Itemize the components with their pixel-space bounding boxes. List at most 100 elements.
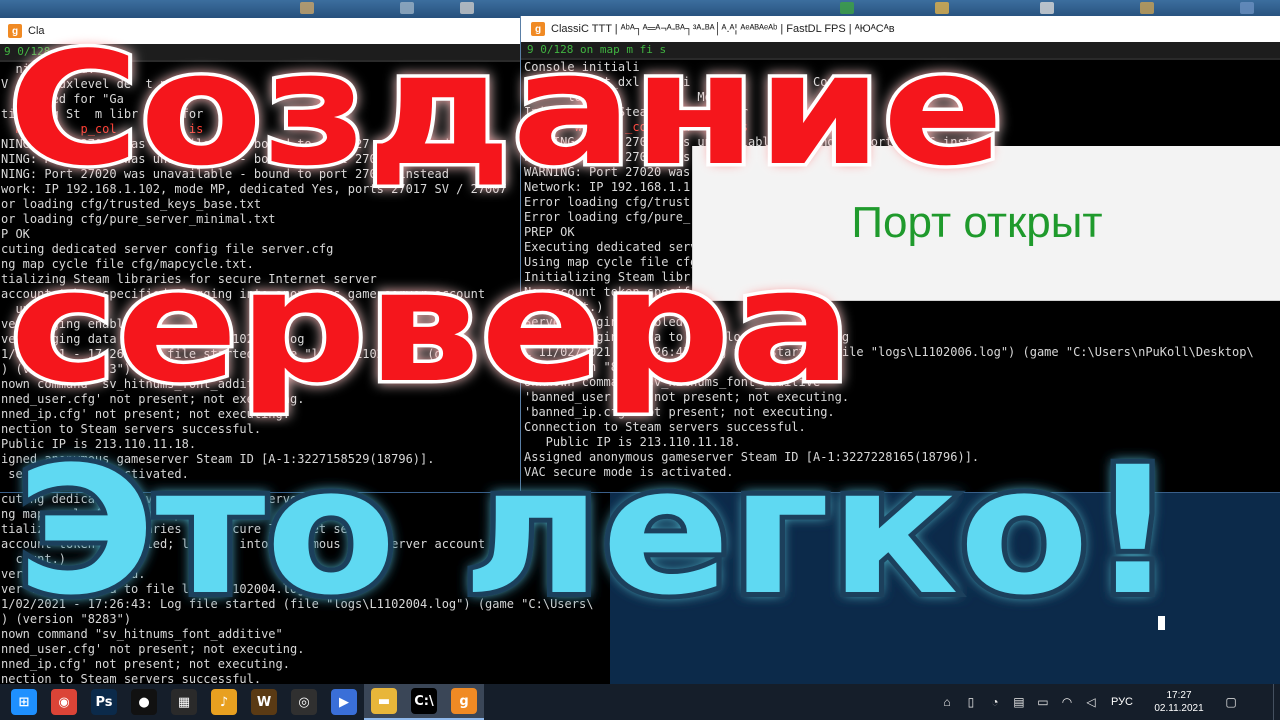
log-line: NING: Port 27020 was unavailable - bound… [1, 167, 449, 181]
log-line: tiali g St m libr for nop [1, 107, 240, 121]
log-line: Public IP is 213.110.11.18. [1, 437, 197, 451]
log-line: nown command "sv_hitnums_font_additive" [1, 627, 283, 641]
desktop-icon[interactable] [400, 2, 414, 14]
log-line: Console initiali [524, 60, 640, 74]
window-border [0, 492, 1280, 493]
printer-icon[interactable]: ▤ [1011, 695, 1027, 709]
log-line: unt.) [1, 302, 52, 316]
log-line: VAC secure mode is activated. [524, 465, 734, 479]
log-line: Server logging data to file logs\L110200… [524, 330, 850, 344]
steam-icon[interactable]: ◔ [987, 695, 1003, 709]
gmod-taskbar-button[interactable]: g [444, 684, 484, 720]
record-icon: ● [131, 689, 157, 715]
log-line: nned_ip.cfg' not present; not executing. [1, 657, 290, 671]
log-line: work: IP 192.168.1.102, mode MP, dedicat… [1, 182, 507, 196]
system-tray: ⌂ ▯ ◔ ▤ ▭ ◠ ◁ РУС 17:27 02.11.2021 ▢ [935, 684, 1280, 720]
desktop-icon[interactable] [460, 2, 474, 14]
log-line: nned_ip.cfg' not present; not executing. [1, 407, 290, 421]
battery-icon[interactable]: ▭ [1035, 695, 1051, 709]
log-line: tializing Steam libraries for secure Int… [1, 272, 377, 286]
log-line: nection to Steam servers successful. [1, 422, 262, 436]
log-line: V mat_dxlevel de t poi an ex ConVar [1, 77, 327, 91]
log-line: secure mode is activated. [1, 467, 189, 481]
wifi-icon[interactable]: ◠ [1059, 695, 1075, 709]
desktop-icon[interactable] [840, 2, 854, 14]
aimp-taskbar-button[interactable]: ♪ [204, 684, 244, 720]
log-line: Unknown command "sv_hitnums_font_additiv… [524, 375, 828, 389]
log-line: 'banned_ip.cfg' not present; not executi… [524, 405, 835, 419]
log-line: nned_user.cfg' not present; not executin… [1, 392, 305, 406]
desktop-icon[interactable] [935, 2, 949, 14]
language-indicator[interactable]: РУС [1111, 696, 1133, 708]
port-status-banner: Порт открыт [692, 146, 1280, 301]
cmd-taskbar-button[interactable]: C:\ [404, 684, 444, 720]
log-line: (version "8283") [524, 360, 655, 374]
text-cursor [1158, 616, 1165, 630]
log-line: tializing Steam libraries for secure Int… [1, 522, 377, 536]
desktop-icon[interactable] [1040, 2, 1054, 14]
volume-icon[interactable]: ◁ [1083, 695, 1099, 709]
log-line: NING: Port 27015 was unavailable - bound… [1, 137, 449, 151]
log-line: 1/02/2021 - 17:26: Log file started (fil… [1, 347, 464, 361]
log-line: Assigned anonymous gameserver Steam ID [… [524, 450, 980, 464]
log-line: Public IP is 213.110.11.18. [524, 435, 741, 449]
chrome-taskbar-button[interactable]: ◉ [44, 684, 84, 720]
log-line: ng map cycle file cfg/mapcycle.txt. [1, 507, 254, 521]
desktop-icon[interactable] [1140, 2, 1154, 14]
media-player-taskbar-button[interactable]: ▶ [324, 684, 364, 720]
play-icon: ▶ [331, 689, 357, 715]
console-log: nitialized. V mat_dxlevel de t poi an ex … [0, 62, 522, 482]
chrome-icon: ◉ [51, 689, 77, 715]
log-line: Initializ Steam libra for op [524, 105, 792, 119]
photoshop-icon: Ps [91, 689, 117, 715]
log-line: loaded for "Ga Mod" [1, 92, 182, 106]
show-desktop-button[interactable] [1273, 684, 1280, 720]
log-line: nection to Steam servers successful. [1, 672, 262, 684]
server-status-bar: 9 0/128 on map [0, 44, 522, 62]
log-line: ver logging enabled. [1, 317, 146, 331]
log-line: ) (version "8283") [1, 362, 132, 376]
start-button[interactable]: ⊞ [4, 684, 44, 720]
port-status-text: Порт открыт [851, 198, 1103, 247]
log-line: L 11/02/2021 - 17:26:43: Log file starte… [524, 345, 1254, 359]
log-line: ver logging enabled. [1, 567, 146, 581]
log-line: count.) [1, 552, 67, 566]
tray-overflow-icon[interactable]: ⌂ [939, 695, 955, 709]
warcraft-taskbar-button[interactable]: W [244, 684, 284, 720]
photoshop-taskbar-button[interactable]: Ps [84, 684, 124, 720]
log-line: P OK [1, 227, 30, 241]
log-line: nned_user.cfg' not present; not executin… [1, 642, 305, 656]
log-line: account.) [524, 300, 604, 314]
log-line: ver logging data to file logs\L1102006.l… [1, 332, 305, 346]
desktop-icon[interactable] [300, 2, 314, 14]
window-titlebar[interactable]: g Cla [0, 18, 522, 44]
usb-icon[interactable]: ▯ [963, 695, 979, 709]
log-line: Connection to Steam servers successful. [524, 420, 806, 434]
explorer-taskbar-button[interactable]: ▬ [364, 684, 404, 720]
video-editor-taskbar-button[interactable]: ▦ [164, 684, 204, 720]
record-taskbar-button[interactable]: ● [124, 684, 164, 720]
log-line: 1/02/2021 - 17:26:43: Log file started (… [1, 597, 594, 611]
clock-time: 17:27 [1166, 690, 1192, 701]
srcds-console-bottom[interactable]: cuting dedicated server config file serv… [0, 492, 610, 684]
log-line: nitialized. [1, 62, 95, 76]
notifications-icon[interactable]: ▢ [1223, 695, 1239, 709]
log-line: ConVar mat_dxl poi an ing ConVar [524, 75, 857, 89]
log-line: account token specified; logging into an… [1, 287, 486, 301]
cmd-icon: C:\ [411, 688, 437, 714]
obs-taskbar-button[interactable]: ◎ [284, 684, 324, 720]
clock[interactable]: 17:27 02.11.2021 [1147, 689, 1211, 715]
console-log: cuting dedicated server config file serv… [0, 492, 610, 684]
window-title: Cla [28, 25, 45, 37]
log-line: or loading cfg/pure_server_minimal.txt [1, 212, 276, 226]
log-line: Mo loaded "Ga Mod" [524, 90, 727, 104]
taskbar: ⊞ ◉ Ps ● ▦ ♪ W ◎ ▶ ▬ C:\ g ⌂ ▯ ◔ ▤ ▭ ◠ ◁ РУС 17:27 … [0, 684, 1280, 720]
log-line: NING: Port 27005 was unavailable - bound… [1, 152, 449, 166]
gmod-icon: g [8, 24, 22, 38]
log-line: cuting dedicated server config file serv… [1, 492, 334, 506]
log-line: or loading cfg/trusted_keys_base.txt [1, 197, 262, 211]
window-titlebar[interactable]: g ClassiC TTT | ᴬᵇᴬ┐ᴬ═ᴬ¬ᴬ-ᴮᴬ┐³ᴬ-ᴮᴬ│ᴬ.ᴬ¦ … [521, 16, 1280, 42]
obs-icon: ◎ [291, 689, 317, 715]
gmod-icon: g [531, 22, 545, 36]
desktop-icon[interactable] [1240, 2, 1254, 14]
